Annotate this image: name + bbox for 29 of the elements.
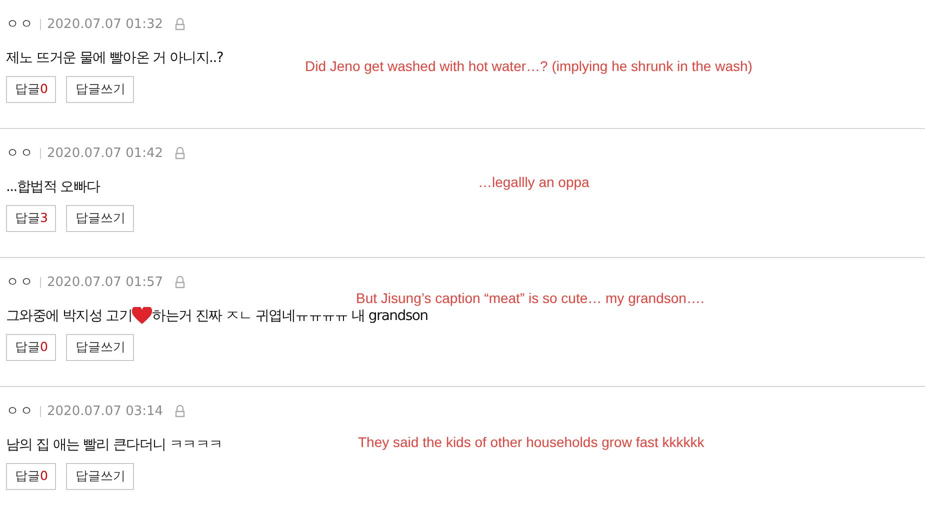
write-reply-button[interactable]: 답글쓰기 (66, 205, 134, 232)
comment-text: ...합법적 오빠다 (6, 178, 100, 196)
lock-icon (173, 146, 188, 160)
lock-icon (173, 17, 188, 31)
translation-note: They said the kids of other households grow fast kkkkkk (358, 434, 704, 450)
reply-count-button[interactable]: 답글0 (6, 463, 56, 490)
comment-text: 그와중에 박지성 고기 (6, 307, 132, 325)
comment-text: 제노 뜨거운 물에 빨아온 거 아니지..? (6, 49, 223, 67)
author-name: ㅇㅇ (6, 403, 34, 420)
author-name: ㅇㅇ (6, 145, 34, 162)
comment-text: 하는거 진짜 ㅈㄴ 귀엽네ㅠㅠㅠㅠ 내 grandson (152, 307, 428, 325)
lock-icon (173, 404, 188, 418)
author-name: ㅇㅇ (6, 274, 34, 291)
translation-note: But Jisung’s caption “meat” is so cute… my grandson…. (356, 290, 704, 306)
write-reply-button[interactable]: 답글쓰기 (66, 76, 134, 103)
translation-note: …legallly an oppa (478, 174, 590, 190)
comment-text: 남의 집 애는 빨리 큰다더니 ㅋㅋㅋㅋ (6, 436, 222, 454)
author-name: ㅇㅇ (6, 16, 34, 33)
comment-date: 2020.07.07 01:57 (47, 274, 164, 290)
write-reply-button[interactable]: 답글쓰기 (66, 334, 134, 361)
comment-date: 2020.07.07 03:14 (47, 404, 164, 418)
reply-count-button[interactable]: 답글3 (6, 205, 56, 232)
comment-date: 2020.07.07 01:32 (47, 16, 164, 32)
comment-date: 2020.07.07 01:42 (47, 146, 164, 160)
reply-count-button[interactable]: 답글0 (6, 76, 56, 103)
reply-count-button[interactable]: 답글0 (6, 334, 56, 361)
write-reply-button[interactable]: 답글쓰기 (66, 463, 134, 490)
lock-icon (173, 275, 188, 289)
translation-note: Did Jeno get washed with hot water…? (implying he shrunk in the wash) (305, 58, 752, 74)
